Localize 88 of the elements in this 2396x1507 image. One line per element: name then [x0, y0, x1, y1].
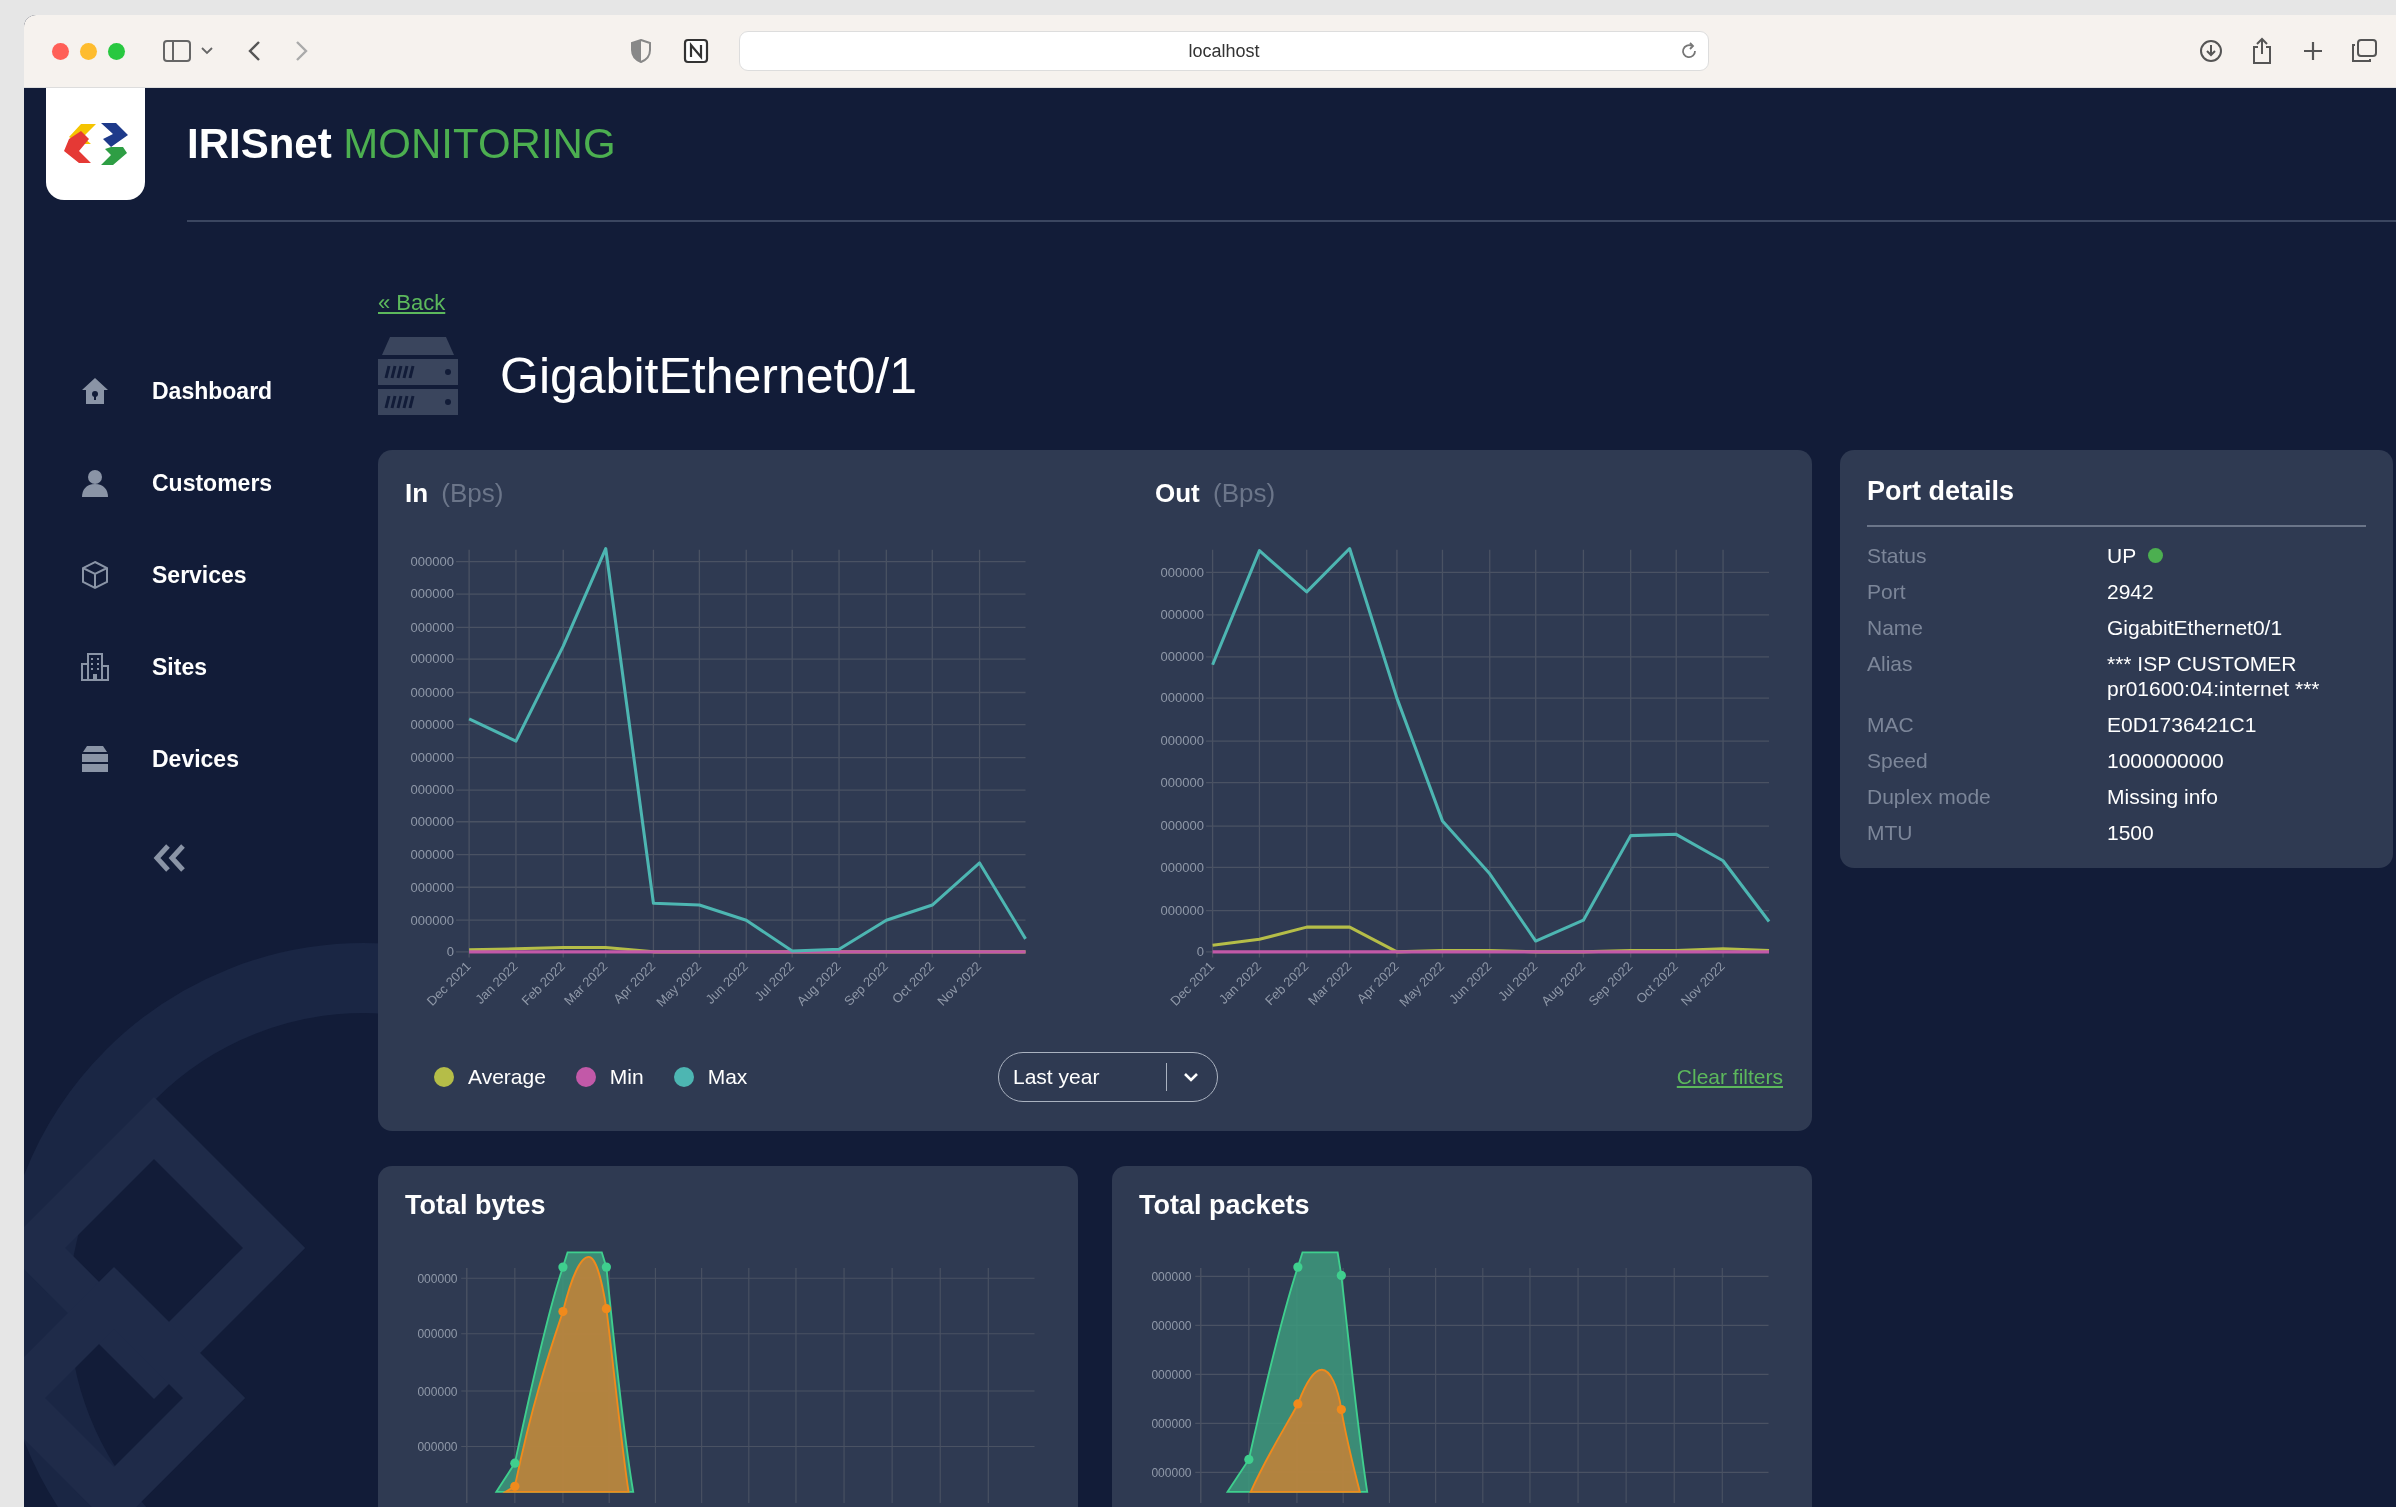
new-tab-icon[interactable]	[2303, 41, 2323, 61]
axis-label: 000000	[410, 553, 454, 569]
sidebar-toggle-icon[interactable]	[163, 40, 191, 62]
back-link[interactable]: « Back	[378, 290, 446, 315]
detail-label: Status	[1867, 543, 1928, 568]
axis-label: 000000	[410, 684, 454, 700]
detail-value: 2942	[2107, 579, 2154, 604]
server-icon	[80, 744, 110, 774]
collapse-sidebar-icon[interactable]	[152, 843, 188, 873]
download-icon[interactable]	[2199, 39, 2223, 63]
legend-label[interactable]: Min	[609, 1065, 644, 1089]
card-title: Port details	[1867, 476, 2016, 507]
detail-value: 1500	[2107, 820, 2154, 845]
axis-label: 0	[1196, 944, 1204, 960]
address-bar[interactable]: localhost	[739, 31, 1709, 71]
axis-label: 000000	[1151, 1319, 1192, 1333]
axis-label: 000000	[1151, 1270, 1192, 1284]
clear-filters-link[interactable]: Clear filters	[1676, 1065, 1783, 1089]
axis-label: 000000	[1160, 733, 1204, 749]
chevron-down-icon[interactable]	[201, 47, 213, 55]
axis-label: 000000	[1160, 775, 1204, 791]
legend-label[interactable]: Average	[468, 1065, 546, 1089]
axis-label: 000000	[410, 782, 454, 798]
card-title: Total bytes	[404, 1190, 547, 1221]
building-icon	[80, 652, 110, 682]
sidebar-item[interactable]: Customers	[24, 437, 378, 529]
detail-label: Speed	[1867, 748, 1929, 773]
detail-value: GigabitEthernet0/1	[2107, 615, 2283, 640]
share-icon[interactable]	[2251, 37, 2273, 65]
person-icon	[80, 468, 110, 498]
close-window-button[interactable]	[52, 42, 69, 60]
detail-label: MTU	[1867, 820, 1914, 845]
app-logo[interactable]	[46, 88, 145, 200]
axis-label: 000000	[410, 912, 454, 928]
axis-label: 000000	[417, 1440, 458, 1455]
axis-label: 000000	[410, 749, 454, 765]
sidebar-item[interactable]: Dashboard	[24, 345, 378, 437]
chart-title: In (Bps)	[404, 477, 505, 510]
axis-label: 000000	[410, 651, 454, 667]
axis-label: 000000	[410, 879, 454, 895]
axis-label: 000000	[1160, 649, 1204, 665]
axis-label: 000000	[417, 1327, 458, 1342]
axis-label: 000000	[410, 716, 454, 732]
axis-label: 000000	[1160, 859, 1204, 875]
page-title: GigabitEthernet0/1	[500, 347, 917, 405]
detail-label: MAC	[1867, 712, 1915, 737]
legend-label[interactable]: Max	[707, 1065, 748, 1089]
axis-label: 000000	[1160, 607, 1204, 623]
house-icon	[80, 376, 110, 406]
axis-label: 000000	[1151, 1417, 1192, 1431]
detail-value: UP	[2107, 543, 2137, 568]
cube-icon	[80, 560, 110, 590]
detail-value: *** ISP CUSTOMER pr01600:04:internet ***	[2107, 651, 2321, 701]
axis-label: 000000	[1151, 1466, 1192, 1481]
detail-label: Duplex mode	[1867, 784, 1992, 809]
axis-label: 000000	[410, 814, 454, 830]
axis-label: 000000	[417, 1271, 458, 1286]
axis-label: 000000	[1151, 1368, 1192, 1382]
card-title: Total packets	[1138, 1190, 1311, 1221]
tabs-overview-icon[interactable]	[2351, 39, 2377, 63]
address-text: localhost	[1188, 40, 1260, 62]
sidebar-item[interactable]: Services	[24, 529, 378, 621]
sidebar-item[interactable]: Sites	[24, 621, 378, 713]
period-select[interactable]: Last year	[998, 1052, 1218, 1102]
chart-title: Out (Bps)	[1154, 477, 1277, 510]
axis-label: 000000	[1160, 564, 1204, 580]
chevron-down-icon	[1183, 1072, 1199, 1082]
detail-value: E0D1736421C1	[2107, 712, 2257, 737]
reload-icon[interactable]	[1680, 42, 1698, 60]
sidebar-item[interactable]: Devices	[24, 713, 378, 805]
detail-label: Alias	[1867, 651, 1914, 677]
axis-label: 000000	[410, 586, 454, 602]
axis-label: 0	[446, 944, 454, 960]
axis-label: 000000	[417, 1384, 458, 1399]
detail-label: Port	[1867, 579, 1907, 604]
notebook-icon[interactable]	[683, 38, 709, 64]
detail-label: Name	[1867, 615, 1925, 640]
detail-value: 1000000000	[2107, 748, 2224, 773]
shield-icon[interactable]	[631, 39, 651, 63]
axis-label: 000000	[1160, 690, 1204, 706]
back-icon[interactable]	[247, 40, 261, 62]
axis-label: 000000	[1160, 818, 1204, 834]
axis-label: 000000	[1160, 903, 1204, 918]
app-title: IRISnet MONITORING	[187, 120, 616, 168]
detail-value: Missing info	[2107, 784, 2218, 809]
axis-label: 000000	[410, 619, 454, 635]
server-icon	[378, 337, 458, 415]
axis-label: 000000	[410, 847, 454, 863]
